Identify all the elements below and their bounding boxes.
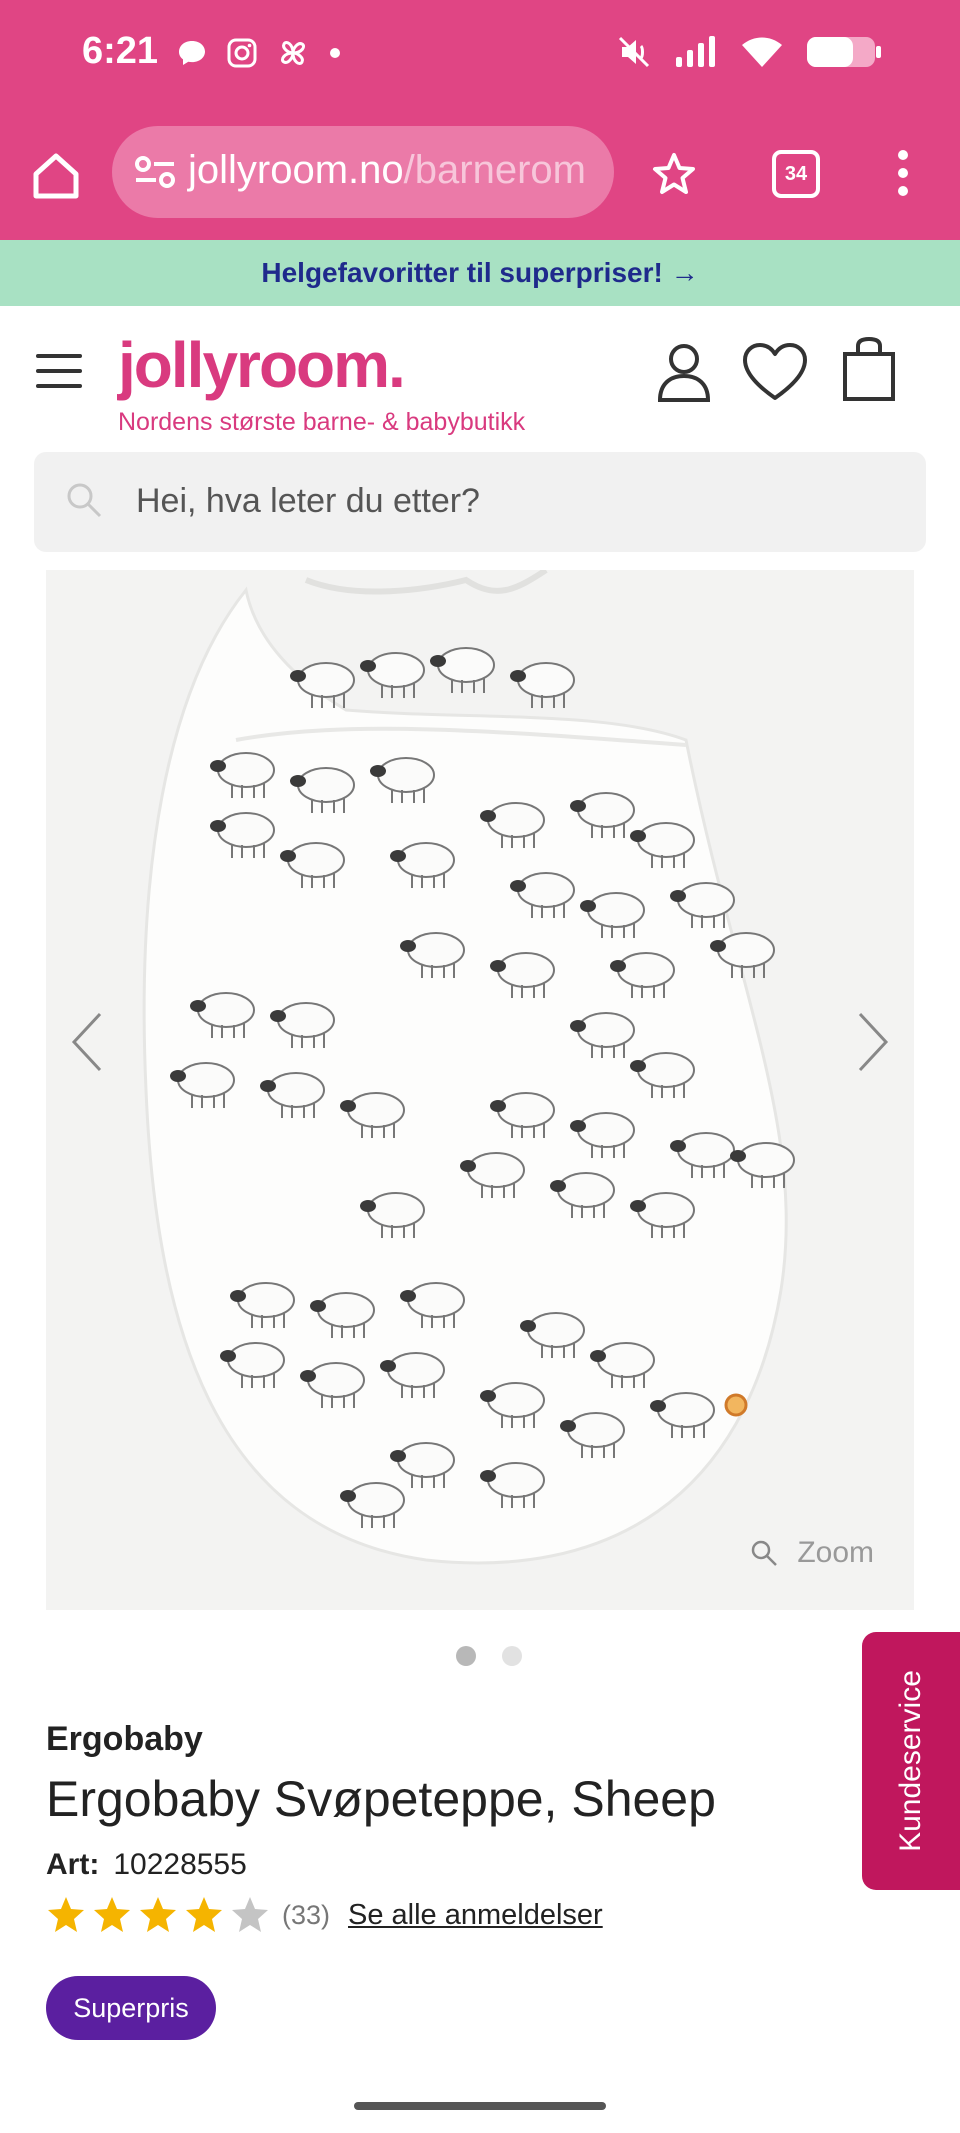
product-photo[interactable]	[46, 570, 914, 1610]
carousel-dot-2[interactable]	[502, 1646, 522, 1666]
hamburger-menu-icon[interactable]	[36, 354, 82, 399]
status-system-icons	[616, 34, 882, 70]
instagram-icon	[227, 38, 257, 68]
status-notification-icons	[176, 36, 342, 70]
promo-banner[interactable]: Helgefavoritter til superpriser! →	[0, 240, 960, 306]
customer-service-label: Kundeservice	[894, 1670, 927, 1852]
promo-text: Helgefavoritter til superpriser! →	[261, 257, 699, 288]
all-reviews-link[interactable]: Se alle anmeldelser	[348, 1899, 603, 1932]
gesture-home-indicator[interactable]	[354, 2102, 606, 2110]
browser-toolbar: jollyroom.no/barnerom 34	[0, 110, 960, 240]
tab-switcher-button[interactable]: 34	[772, 150, 820, 198]
previous-image-arrow-icon[interactable]	[66, 1010, 106, 1074]
bookmark-star-icon[interactable]	[650, 150, 698, 198]
dot-icon	[330, 48, 340, 58]
next-image-arrow-icon[interactable]	[854, 1010, 894, 1074]
account-icon[interactable]	[656, 342, 712, 402]
site-logo[interactable]: jollyroom.	[118, 328, 406, 402]
home-icon[interactable]	[28, 148, 84, 204]
star-filled-icon	[140, 1897, 176, 1932]
search-icon	[67, 483, 102, 518]
wifi-icon	[742, 37, 782, 67]
zoom-label: Zoom	[797, 1536, 874, 1569]
more-options-icon[interactable]	[896, 148, 910, 198]
product-rating: (33) Se alle anmeldelser	[46, 1896, 603, 1934]
site-settings-icon[interactable]	[134, 154, 176, 190]
article-value: 10228555	[113, 1848, 247, 1881]
cart-bag-icon[interactable]	[842, 336, 896, 402]
zoom-magnifier-icon	[752, 1540, 778, 1566]
product-title: Ergobaby Svøpeteppe, Sheep	[46, 1771, 716, 1827]
product-brand[interactable]: Ergobaby	[46, 1720, 203, 1759]
star-filled-icon	[186, 1897, 222, 1932]
site-tagline: Nordens største barne- & babybutikk	[118, 408, 526, 436]
status-bar: 6:21	[0, 0, 960, 110]
wishlist-heart-icon[interactable]	[742, 342, 808, 402]
product-image-carousel[interactable]: Zoom	[46, 570, 914, 1610]
carousel-dot-1[interactable]	[456, 1646, 476, 1666]
search-bar[interactable]: Hei, hva leter du etter?	[34, 452, 926, 552]
star-empty-icon	[232, 1897, 268, 1932]
site-header: jollyroom. Nordens største barne- & baby…	[0, 306, 960, 452]
superpris-badge: Superpris	[46, 1976, 216, 2040]
signal-icon	[676, 36, 715, 67]
rating-stars[interactable]	[46, 1896, 270, 1934]
article-number: Art: 10228555	[46, 1848, 247, 1882]
carousel-indicator	[456, 1646, 522, 1666]
customer-service-tab[interactable]: Kundeservice	[862, 1632, 960, 1890]
address-bar[interactable]: jollyroom.no/barnerom	[112, 126, 614, 218]
star-filled-icon	[94, 1897, 130, 1932]
pinwheel-icon	[280, 40, 306, 66]
review-count: (33)	[282, 1899, 331, 1930]
url-text: jollyroom.no/barnerom	[188, 148, 586, 192]
chat-bubble-icon	[179, 41, 205, 65]
star-filled-icon	[48, 1897, 84, 1932]
article-label: Art:	[46, 1848, 100, 1881]
battery-icon	[807, 37, 881, 67]
zoom-button[interactable]: Zoom	[749, 1536, 874, 1570]
search-input[interactable]: Hei, hva leter du etter?	[136, 482, 480, 521]
mute-icon	[618, 36, 650, 68]
status-time: 6:21	[82, 30, 159, 72]
